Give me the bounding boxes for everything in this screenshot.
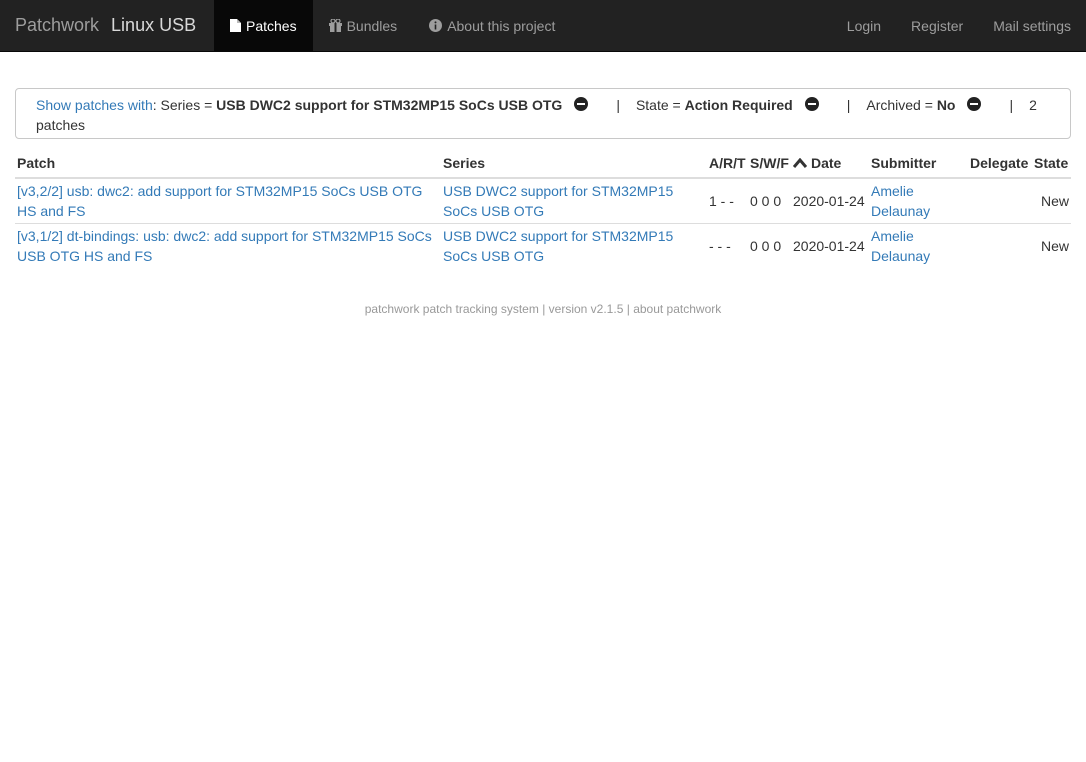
brand-link[interactable]: Patchwork bbox=[15, 15, 99, 35]
header-series[interactable]: Series bbox=[441, 153, 707, 179]
footer: patchwork patch tracking system | versio… bbox=[0, 302, 1086, 316]
header-submitter[interactable]: Submitter bbox=[869, 153, 968, 179]
footer-version: version v2.1.5 bbox=[548, 302, 624, 316]
cell-state: New bbox=[1040, 192, 1069, 209]
nav-login[interactable]: Login bbox=[832, 0, 896, 51]
footer-patchwork-link[interactable]: patchwork bbox=[365, 302, 420, 316]
state-filter-label: State = bbox=[635, 97, 681, 113]
patch-link[interactable]: [v3,1/2] dt-bindings: usb: dwc2: add sup… bbox=[17, 228, 432, 264]
series-link[interactable]: USB DWC2 support for STM32MP15 SoCs USB … bbox=[443, 228, 673, 264]
header-date[interactable]: Date bbox=[791, 153, 869, 179]
sort-submitter-link[interactable]: Submitter bbox=[871, 155, 936, 171]
header-delegate[interactable]: Delegate bbox=[968, 153, 1032, 179]
series-filter-value: USB DWC2 support for STM32MP15 SoCs USB … bbox=[216, 97, 563, 113]
file-icon bbox=[230, 19, 241, 32]
nav-bundles-label: Bundles bbox=[346, 17, 398, 34]
header-patch[interactable]: Patch bbox=[15, 153, 441, 179]
nav-patches[interactable]: Patches bbox=[214, 0, 313, 51]
cell-series: USB DWC2 support for STM32MP15 SoCs USB … bbox=[441, 222, 707, 268]
footer-tagline: patch tracking system bbox=[422, 302, 539, 316]
cell-submitter: Amelie Delaunay bbox=[869, 222, 968, 268]
cell-delegate bbox=[968, 178, 1032, 223]
submitter-link[interactable]: Amelie Delaunay bbox=[871, 183, 930, 219]
cell-patch: [v3,2/2] usb: dwc2: add support for STM3… bbox=[15, 178, 441, 223]
sort-up-icon bbox=[792, 155, 808, 171]
footer-separator: | bbox=[626, 302, 630, 316]
filter-bar: Show patches with: Series = USB DWC2 sup… bbox=[15, 88, 1071, 139]
nav-right: Login Register Mail settings bbox=[832, 0, 1086, 51]
remove-series-filter-icon[interactable] bbox=[574, 97, 589, 111]
project-link[interactable]: Linux USB bbox=[111, 15, 196, 35]
show-patches-link[interactable]: Show patches with bbox=[36, 97, 153, 113]
nav-bundles[interactable]: Bundles bbox=[313, 0, 414, 51]
table-header-row: Patch Series A/R/T S/W/F Date Submitter … bbox=[15, 153, 1071, 179]
series-link[interactable]: USB DWC2 support for STM32MP15 SoCs USB … bbox=[443, 183, 673, 219]
table-row: [v3,1/2] dt-bindings: usb: dwc2: add sup… bbox=[15, 222, 1071, 268]
navbar: Patchwork Linux USB Patches Bundles About… bbox=[0, 0, 1086, 52]
nav-left: Patches Bundles About this project bbox=[214, 0, 571, 51]
series-filter-label: : Series = bbox=[152, 97, 213, 113]
nav-about[interactable]: About this project bbox=[413, 0, 571, 51]
nav-patches-label: Patches bbox=[246, 17, 297, 34]
cell-patch: [v3,1/2] dt-bindings: usb: dwc2: add sup… bbox=[15, 222, 441, 268]
cell-state: New bbox=[1032, 222, 1071, 268]
filter-separator: | bbox=[1009, 97, 1014, 113]
cell-art: 1 - - bbox=[709, 192, 734, 209]
cell-swf: 0 0 0 bbox=[748, 222, 791, 268]
gift-icon bbox=[328, 19, 342, 32]
sort-series-link[interactable]: Series bbox=[443, 155, 485, 171]
cell-date: 2020-01-24 bbox=[791, 222, 869, 268]
table-row: [v3,2/2] usb: dwc2: add support for STM3… bbox=[15, 178, 1071, 223]
sort-state-link[interactable]: State bbox=[1034, 155, 1068, 171]
footer-about-link[interactable]: about patchwork bbox=[633, 302, 721, 316]
patch-table: Patch Series A/R/T S/W/F Date Submitter … bbox=[15, 153, 1071, 268]
archived-filter-value: No bbox=[936, 97, 956, 113]
remove-archived-filter-icon[interactable] bbox=[967, 97, 982, 111]
info-circle-icon bbox=[429, 19, 443, 32]
sort-delegate-link[interactable]: Delegate bbox=[970, 155, 1028, 171]
cell-delegate bbox=[968, 222, 1032, 268]
header-art: A/R/T bbox=[707, 153, 748, 179]
nav-about-label: About this project bbox=[447, 17, 556, 34]
brand: Patchwork Linux USB bbox=[15, 0, 196, 50]
remove-state-filter-icon[interactable] bbox=[804, 97, 819, 111]
header-swf: S/W/F bbox=[748, 153, 791, 179]
cell-swf: 0 0 0 bbox=[750, 192, 782, 209]
sort-date-link[interactable]: Date bbox=[811, 155, 841, 171]
cell-series: USB DWC2 support for STM32MP15 SoCs USB … bbox=[441, 178, 707, 223]
header-state[interactable]: State bbox=[1032, 153, 1071, 179]
patch-link[interactable]: [v3,2/2] usb: dwc2: add support for STM3… bbox=[17, 183, 422, 219]
sort-patch-link[interactable]: Patch bbox=[17, 155, 55, 171]
cell-submitter: Amelie Delaunay bbox=[869, 178, 968, 223]
cell-art: - - - bbox=[707, 222, 748, 268]
nav-register[interactable]: Register bbox=[896, 0, 978, 51]
archived-filter-label: Archived = bbox=[866, 97, 933, 113]
filter-separator: | bbox=[616, 97, 620, 113]
cell-date: 2020-01-24 bbox=[793, 192, 865, 209]
nav-mail-settings[interactable]: Mail settings bbox=[978, 0, 1086, 51]
filter-separator: | bbox=[846, 97, 851, 113]
footer-separator: | bbox=[542, 302, 546, 316]
submitter-link[interactable]: Amelie Delaunay bbox=[871, 228, 930, 264]
state-filter-value: Action Required bbox=[684, 97, 793, 113]
